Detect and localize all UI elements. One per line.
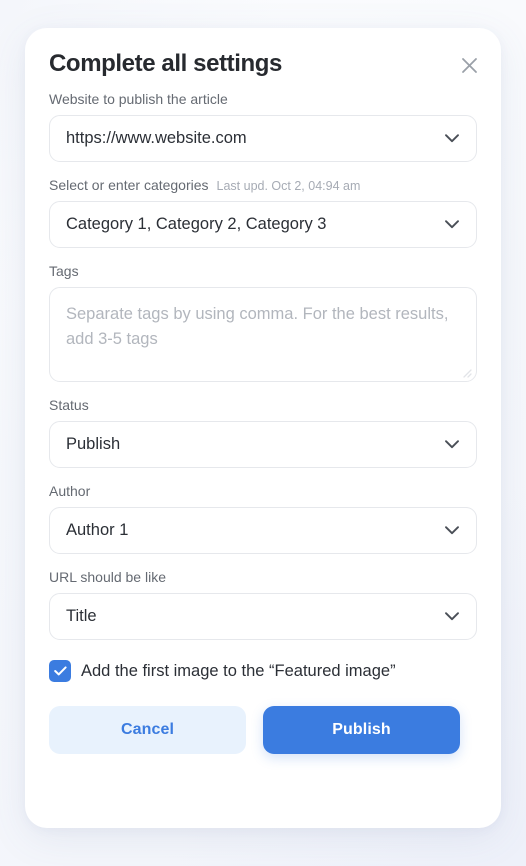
field-status: Status Publish <box>49 396 477 468</box>
field-url-format: URL should be like Title <box>49 568 477 640</box>
settings-modal: Complete all settings Website to publish… <box>25 28 501 828</box>
check-icon <box>53 666 67 676</box>
modal-actions: Cancel Publish <box>49 706 477 754</box>
website-select-value: https://www.website.com <box>66 129 247 147</box>
status-select-value: Publish <box>66 435 121 453</box>
website-select[interactable]: https://www.website.com <box>49 115 477 162</box>
featured-image-checkbox-row[interactable]: Add the first image to the “Featured ima… <box>49 660 477 682</box>
field-author-label-row: Author <box>49 482 477 500</box>
field-categories-label-row: Select or enter categories Last upd. Oct… <box>49 176 477 194</box>
field-tags-label: Tags <box>49 263 79 279</box>
categories-select[interactable]: Category 1, Category 2, Category 3 <box>49 201 477 248</box>
field-status-label: Status <box>49 397 89 413</box>
field-tags-label-row: Tags <box>49 262 477 280</box>
last-updated-text: Last upd. Oct 2, 04:94 am <box>216 179 361 193</box>
field-author-label: Author <box>49 483 91 499</box>
tags-placeholder: Separate tags by using comma. For the be… <box>66 305 449 348</box>
field-website-label-row: Website to publish the article <box>49 90 477 108</box>
field-website: Website to publish the article https://w… <box>49 90 477 162</box>
featured-image-checkbox[interactable] <box>49 660 71 682</box>
page-title: Complete all settings <box>49 50 282 77</box>
field-website-label: Website to publish the article <box>49 91 228 107</box>
chevron-down-icon <box>444 437 460 453</box>
modal-header: Complete all settings <box>25 28 501 90</box>
settings-form: Website to publish the article https://w… <box>25 90 501 754</box>
resize-handle-icon[interactable] <box>460 365 472 378</box>
url-format-select-value: Title <box>66 607 97 625</box>
url-format-select[interactable]: Title <box>49 593 477 640</box>
field-url-format-label: URL should be like <box>49 569 166 585</box>
chevron-down-icon <box>444 523 460 539</box>
chevron-down-icon <box>444 217 460 233</box>
publish-button[interactable]: Publish <box>263 706 460 754</box>
field-url-format-label-row: URL should be like <box>49 568 477 586</box>
cancel-button[interactable]: Cancel <box>49 706 246 754</box>
categories-select-value: Category 1, Category 2, Category 3 <box>66 215 327 233</box>
author-select-value: Author 1 <box>66 521 129 539</box>
chevron-down-icon <box>444 131 460 147</box>
featured-image-checkbox-label[interactable]: Add the first image to the “Featured ima… <box>81 662 396 681</box>
field-categories: Select or enter categories Last upd. Oct… <box>49 176 477 248</box>
tags-textarea[interactable]: Separate tags by using comma. For the be… <box>49 287 477 382</box>
field-status-label-row: Status <box>49 396 477 414</box>
field-categories-label: Select or enter categories <box>49 177 209 193</box>
close-icon[interactable] <box>456 52 482 78</box>
author-select[interactable]: Author 1 <box>49 507 477 554</box>
field-author: Author Author 1 <box>49 482 477 554</box>
field-tags: Tags Separate tags by using comma. For t… <box>49 262 477 382</box>
status-select[interactable]: Publish <box>49 421 477 468</box>
chevron-down-icon <box>444 609 460 625</box>
